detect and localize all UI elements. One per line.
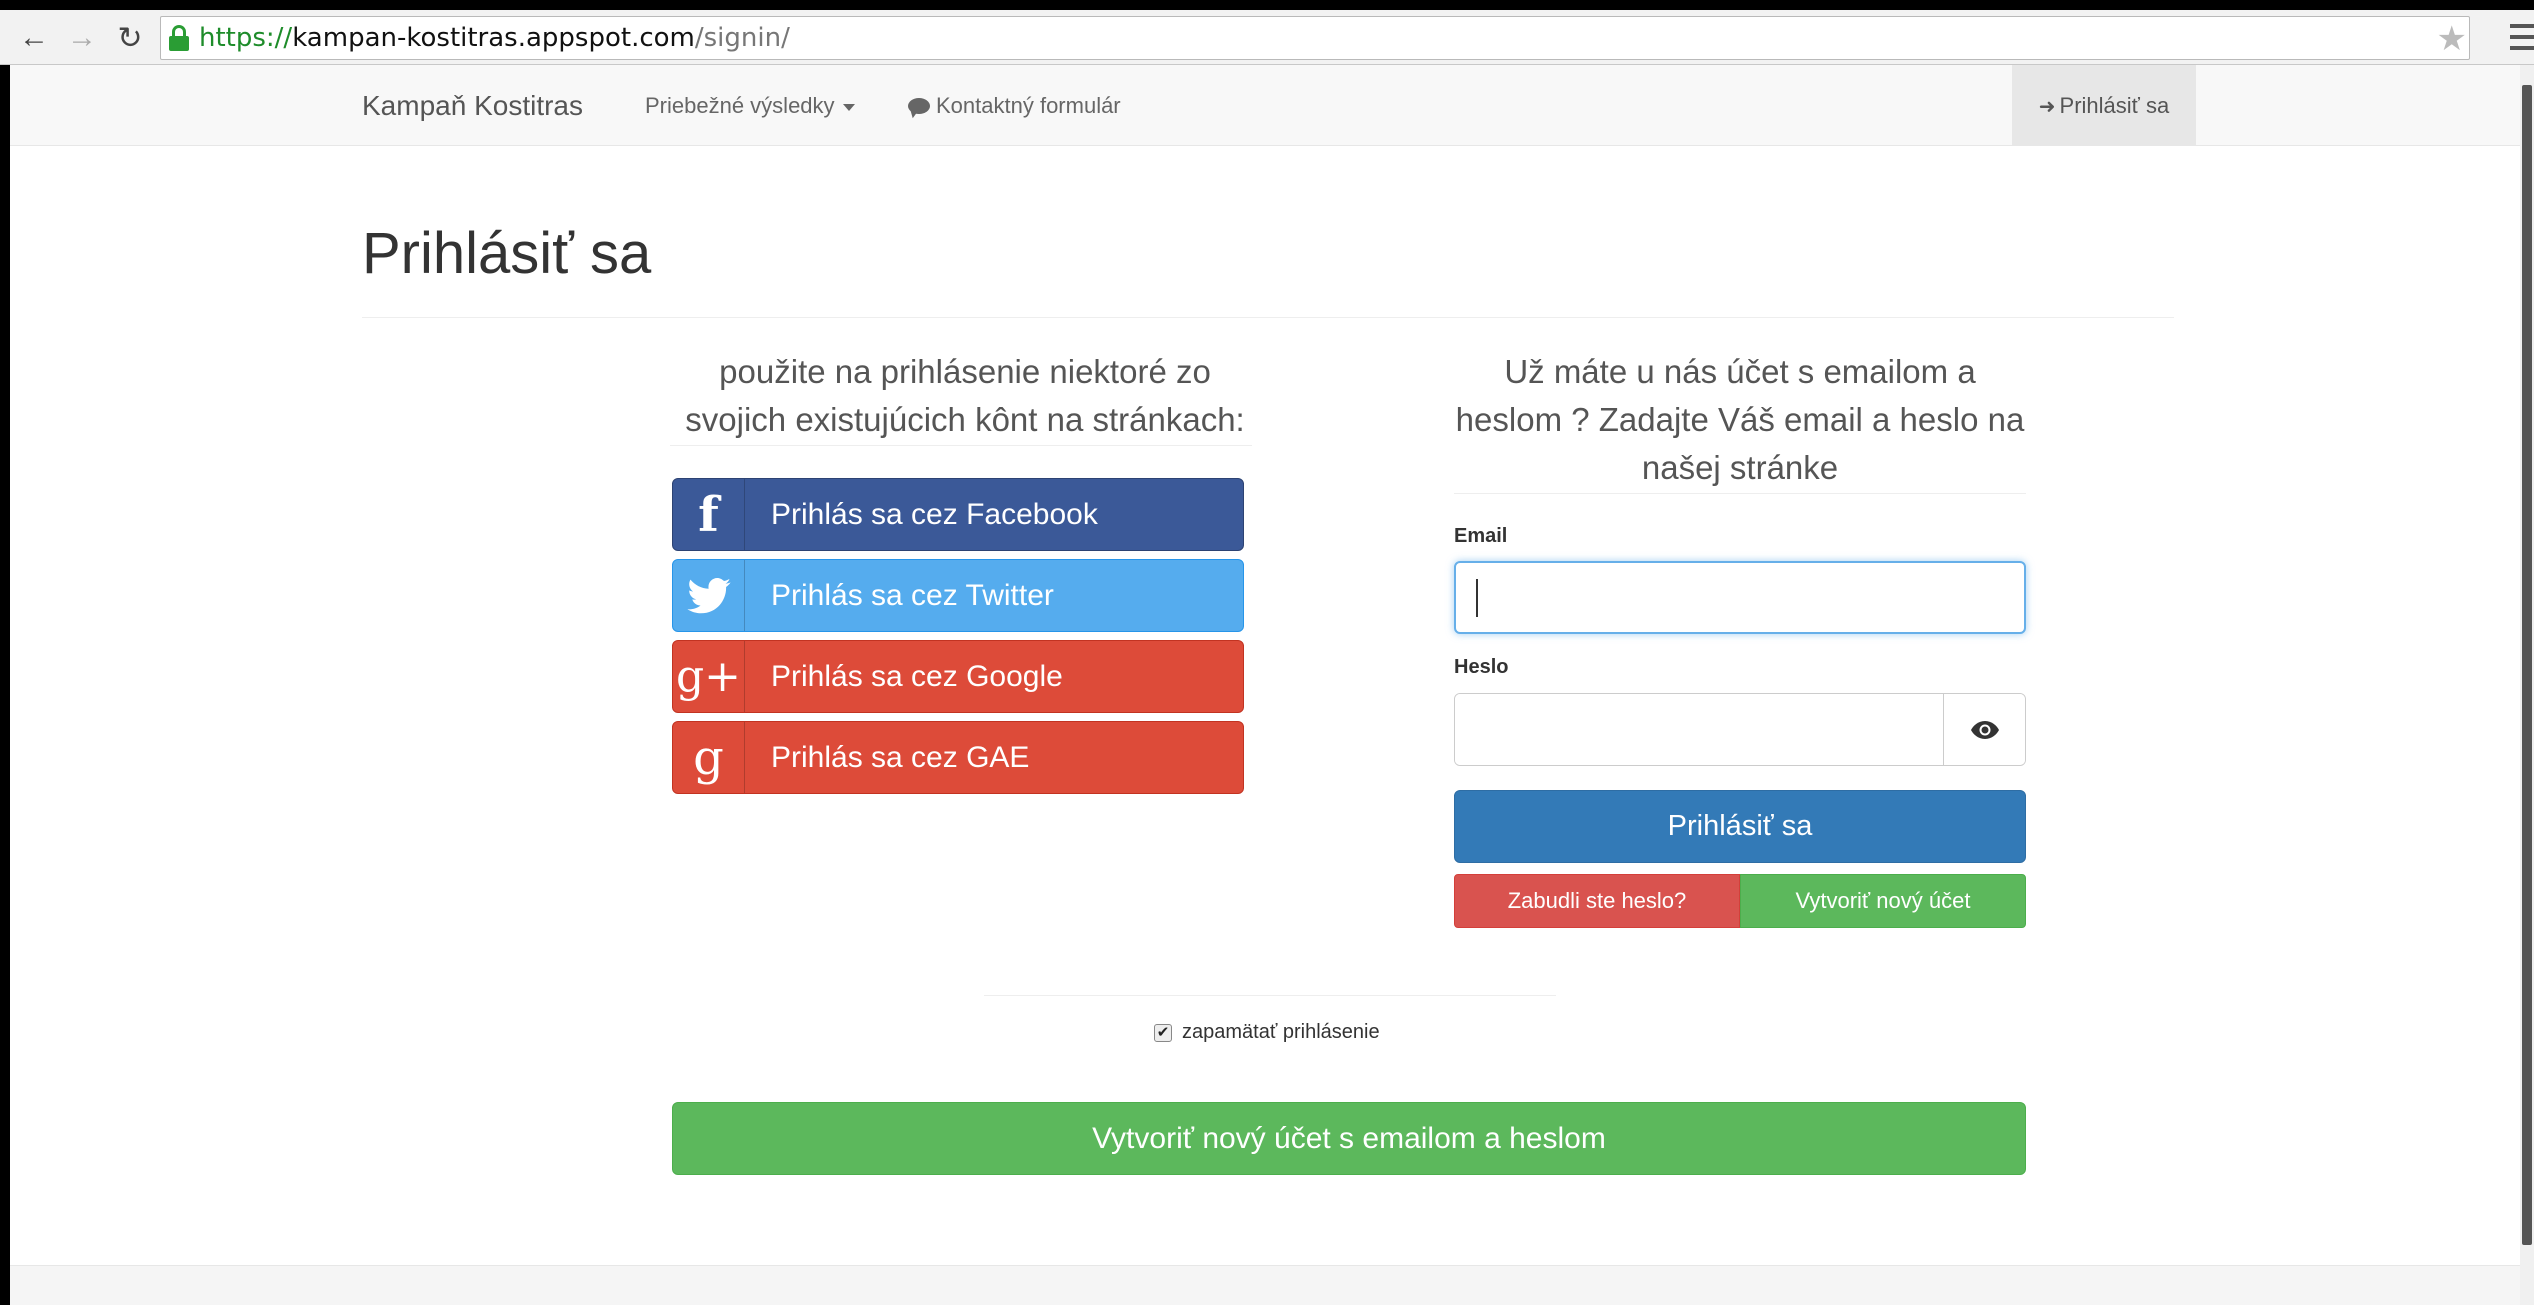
eye-icon[interactable]	[1943, 694, 2025, 765]
remember-login[interactable]: ✔ zapamätať prihlásenie	[1154, 1021, 1380, 1044]
vertical-scrollbar[interactable]	[2520, 65, 2534, 1305]
footer	[10, 1265, 2520, 1305]
gae-login-label: Prihlás sa cez GAE	[771, 740, 1030, 774]
remember-label: zapamätať prihlásenie	[1182, 1021, 1380, 1043]
contact-form-link[interactable]: Kontaktný formulár	[908, 65, 1121, 146]
gae-login-button[interactable]: g Prihlás sa cez GAE	[672, 721, 1244, 794]
contact-form-label: Kontaktný formulár	[936, 93, 1121, 118]
results-dropdown[interactable]: Priebežné výsledky	[645, 65, 855, 146]
email-login-intro: Už máte u nás účet s emailom a heslom ? …	[1455, 353, 2025, 486]
facebook-icon: f	[673, 479, 745, 550]
forward-arrow-icon[interactable]: →	[62, 20, 102, 56]
forgot-password-button[interactable]: Zabudli ste heslo?	[1454, 874, 1740, 928]
email-intro-divider	[1454, 493, 2026, 494]
bookmark-star-icon[interactable]: ★	[2437, 17, 2467, 61]
google-plus-icon: g+	[673, 641, 745, 712]
nav-signin-label: Prihlásiť sa	[2059, 93, 2170, 118]
google-login-button[interactable]: g+ Prihlás sa cez Google	[672, 640, 1244, 713]
nav-signin-link[interactable]: ➜ Prihlásiť sa	[2012, 65, 2196, 146]
facebook-login-button[interactable]: f Prihlás sa cez Facebook	[672, 478, 1244, 551]
social-login-intro: použite na prihlásenie niektoré zo svoji…	[685, 353, 1245, 438]
top-navbar: Kampaň Kostitras Priebežné výsledky Kont…	[10, 65, 2520, 146]
reload-icon[interactable]: ↻	[110, 20, 150, 56]
lock-icon	[169, 25, 189, 51]
url-path: /signin/	[694, 23, 790, 53]
page-viewport: Kampaň Kostitras Priebežné výsledky Kont…	[10, 65, 2520, 1305]
password-input-group	[1454, 693, 2026, 766]
bottom-divider	[984, 995, 1556, 996]
back-arrow-icon[interactable]: ←	[14, 20, 54, 56]
browser-toolbar: ← → ↻ https://kampan-kostitras.appspot.c…	[0, 0, 2534, 65]
title-divider	[362, 317, 2174, 318]
email-label: Email	[1454, 525, 1508, 547]
password-field[interactable]	[1455, 694, 1943, 765]
browser-menu-icon[interactable]	[2510, 24, 2534, 50]
email-field[interactable]	[1454, 561, 2026, 634]
text-cursor	[1476, 579, 1478, 617]
create-account-button[interactable]: Vytvoriť nový účet	[1740, 874, 2026, 928]
twitter-login-label: Prihlás sa cez Twitter	[771, 578, 1054, 612]
create-email-account-button[interactable]: Vytvoriť nový účet s emailom a heslom	[672, 1102, 2026, 1175]
comment-icon	[908, 98, 930, 114]
password-label: Heslo	[1454, 656, 1509, 678]
signin-submit-button[interactable]: Prihlásiť sa	[1454, 790, 2026, 863]
scrollbar-thumb[interactable]	[2522, 85, 2532, 1245]
remember-checkbox[interactable]: ✔	[1154, 1023, 1172, 1042]
social-intro-divider	[670, 445, 1252, 446]
url-host: kampan-kostitras.appspot.com	[292, 23, 695, 53]
caret-down-icon	[842, 103, 855, 111]
google-login-label: Prihlás sa cez Google	[771, 659, 1063, 693]
results-dropdown-label: Priebežné výsledky	[645, 93, 835, 118]
gae-icon: g	[673, 722, 745, 793]
address-bar[interactable]: https://kampan-kostitras.appspot.com/sig…	[160, 16, 2470, 60]
url-scheme: https://	[199, 23, 293, 53]
sign-in-icon: ➜	[2038, 96, 2056, 118]
page-title: Prihlásiť sa	[362, 221, 652, 286]
twitter-login-button[interactable]: Prihlás sa cez Twitter	[672, 559, 1244, 632]
brand-link[interactable]: Kampaň Kostitras	[362, 65, 583, 146]
facebook-login-label: Prihlás sa cez Facebook	[771, 497, 1098, 531]
twitter-icon	[673, 560, 745, 631]
